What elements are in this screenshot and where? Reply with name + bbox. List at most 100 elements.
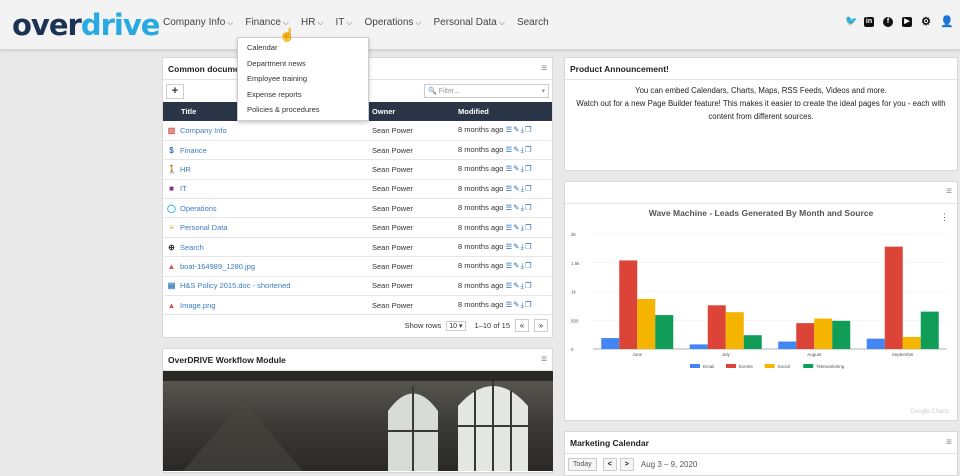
document-link[interactable]: Company Info <box>180 126 227 135</box>
copy-icon[interactable]: ❐ <box>525 164 533 173</box>
copy-icon[interactable]: ❐ <box>525 145 533 154</box>
bar-telemarketing-july[interactable] <box>743 335 762 349</box>
youtube-icon[interactable]: ▶ <box>902 17 912 27</box>
copy-icon[interactable]: ❐ <box>525 125 533 134</box>
document-link[interactable]: boat-164989_1280.jpg <box>180 262 255 271</box>
table-row[interactable]: 🚶 HR Sean Power 8 months ago ☰✎⤓❐ <box>163 159 552 180</box>
edit-icon[interactable]: ✎ <box>513 242 520 251</box>
nav-item-hr[interactable]: HR ⌵ <box>301 17 324 28</box>
bar-telemarketing-august[interactable] <box>832 320 851 349</box>
next-week-button[interactable]: > <box>619 458 634 471</box>
finance-menu-item[interactable]: Policies & procedures <box>238 102 368 118</box>
document-link[interactable]: Personal Data <box>180 223 228 232</box>
row-modified: 8 months ago <box>458 164 504 174</box>
bar-social-september[interactable] <box>902 336 921 349</box>
bar-email-september[interactable] <box>866 338 885 349</box>
copy-icon[interactable]: ❐ <box>525 281 533 290</box>
copy-icon[interactable]: ❐ <box>525 184 533 193</box>
gear-icon[interactable]: ⚙ <box>921 17 931 28</box>
legend-swatch <box>726 364 736 368</box>
document-link[interactable]: Finance <box>180 146 207 155</box>
column-header-owner[interactable]: Owner <box>368 102 454 121</box>
nav-item-personal-data[interactable]: Personal Data ⌵ <box>434 17 505 28</box>
copy-icon[interactable]: ❐ <box>525 261 533 270</box>
document-link[interactable]: HR <box>180 165 191 174</box>
previous-page-button[interactable]: « <box>515 319 529 333</box>
copy-icon[interactable]: ❐ <box>525 300 533 309</box>
document-link[interactable]: Operations <box>180 204 217 213</box>
panel-menu-icon[interactable]: ≡ <box>541 354 547 365</box>
table-row[interactable]: $ Finance Sean Power 8 months ago ☰✎⤓❐ <box>163 140 552 161</box>
copy-icon[interactable]: ❐ <box>525 203 533 212</box>
document-link[interactable]: IT <box>180 184 187 193</box>
bar-events-july[interactable] <box>707 305 726 349</box>
finance-menu-item[interactable]: Calendar <box>238 40 368 56</box>
nav-item-company-info[interactable]: Company Info ⌵ <box>163 17 233 28</box>
user-icon[interactable]: 👤 <box>940 17 954 28</box>
today-button[interactable]: Today <box>568 458 597 471</box>
edit-icon[interactable]: ✎ <box>513 300 520 309</box>
nav-item-it[interactable]: IT ⌵ <box>336 17 353 28</box>
legend-swatch <box>690 364 700 368</box>
table-row[interactable]: ⊕ Search Sean Power 8 months ago ☰✎⤓❐ <box>163 237 552 258</box>
chevron-down-icon: ⌵ <box>282 17 289 27</box>
bar-email-june[interactable] <box>601 338 620 349</box>
edit-icon[interactable]: ✎ <box>513 125 520 134</box>
panel-menu-icon[interactable]: ≡ <box>946 186 952 197</box>
panel-menu-icon[interactable]: ≡ <box>946 437 952 448</box>
overdrive-logo[interactable]: overdrive <box>12 9 160 41</box>
bar-email-august[interactable] <box>778 341 797 349</box>
finance-menu-item[interactable]: Expense reports <box>238 87 368 103</box>
table-row[interactable]: ▲ Image.png Sean Power 8 months ago ☰✎⤓❐ <box>163 295 552 316</box>
bar-telemarketing-june[interactable] <box>655 315 674 349</box>
table-row[interactable]: ▤ H&S Policy 2015.doc - shortened Sean Pow… <box>163 276 552 297</box>
bar-social-july[interactable] <box>725 312 744 349</box>
document-link[interactable]: H&S Policy 2015.doc - shortened <box>180 281 290 290</box>
edit-icon[interactable]: ✎ <box>513 223 520 232</box>
rows-per-page-select[interactable]: 10 ▾ <box>446 320 466 331</box>
twitter-icon[interactable]: 🐦 <box>845 17 857 27</box>
document-link[interactable]: Image.png <box>180 301 215 310</box>
edit-icon[interactable]: ✎ <box>513 261 520 270</box>
copy-icon[interactable]: ❐ <box>525 242 533 251</box>
document-link[interactable]: Search <box>180 243 204 252</box>
nav-item-search[interactable]: Search <box>517 17 549 28</box>
row-owner: Sean Power <box>368 179 454 200</box>
nav-item-operations[interactable]: Operations ⌵ <box>365 17 422 28</box>
table-row[interactable]: ◯ Operations Sean Power 8 months ago ☰✎⤓❐ <box>163 198 552 219</box>
table-row[interactable]: ▲ boat-164989_1280.jpg Sean Power 8 months … <box>163 256 552 277</box>
edit-icon[interactable]: ✎ <box>513 184 520 193</box>
column-header-modified[interactable]: Modified <box>454 102 552 121</box>
previous-week-button[interactable]: < <box>602 458 617 471</box>
bar-social-august[interactable] <box>814 318 833 349</box>
bar-events-september[interactable] <box>884 246 903 349</box>
next-page-button[interactable]: » <box>534 319 548 333</box>
filter-input[interactable]: 🔍 Filter... ▾ <box>424 84 549 98</box>
table-row[interactable]: ≡ Personal Data Sean Power 8 months ago ☰✎⤓… <box>163 217 552 238</box>
edit-icon[interactable]: ✎ <box>513 281 520 290</box>
chart-panel: ≡ Wave Machine - Leads Generated By Mont… <box>564 181 958 421</box>
linkedin-icon[interactable]: in <box>864 17 874 27</box>
edit-icon[interactable]: ✎ <box>513 203 520 212</box>
workflow-panel: OverDRIVE Workflow Module ≡ <box>162 348 553 473</box>
add-document-button[interactable]: + <box>166 83 184 99</box>
edit-icon[interactable]: ✎ <box>513 164 520 173</box>
finance-menu-item[interactable]: Department news <box>238 56 368 72</box>
nav-item-label: IT <box>335 17 345 28</box>
table-row[interactable]: ■ IT Sean Power 8 months ago ☰✎⤓❐ <box>163 179 552 200</box>
table-row[interactable]: ▥ Company Info Sean Power 8 months ago ☰✎⤓❐ <box>163 121 552 141</box>
row-modified-cell: 8 months ago ☰✎⤓❐ <box>454 140 552 161</box>
bar-events-june[interactable] <box>619 260 638 349</box>
announcement-title: Product Announcement! <box>570 63 669 74</box>
edit-icon[interactable]: ✎ <box>513 145 520 154</box>
bar-email-july[interactable] <box>689 344 708 349</box>
panel-menu-icon[interactable]: ≡ <box>541 63 547 74</box>
bar-events-august[interactable] <box>796 323 815 349</box>
bar-telemarketing-september[interactable] <box>920 311 939 349</box>
bar-social-june[interactable] <box>637 298 656 349</box>
chart-title: Wave Machine - Leads Generated By Month … <box>648 208 874 218</box>
finance-menu-item[interactable]: Employee training <box>238 71 368 87</box>
facebook-icon[interactable]: f <box>883 17 893 27</box>
copy-icon[interactable]: ❐ <box>525 223 533 232</box>
database-icon: ≡ <box>169 223 174 233</box>
